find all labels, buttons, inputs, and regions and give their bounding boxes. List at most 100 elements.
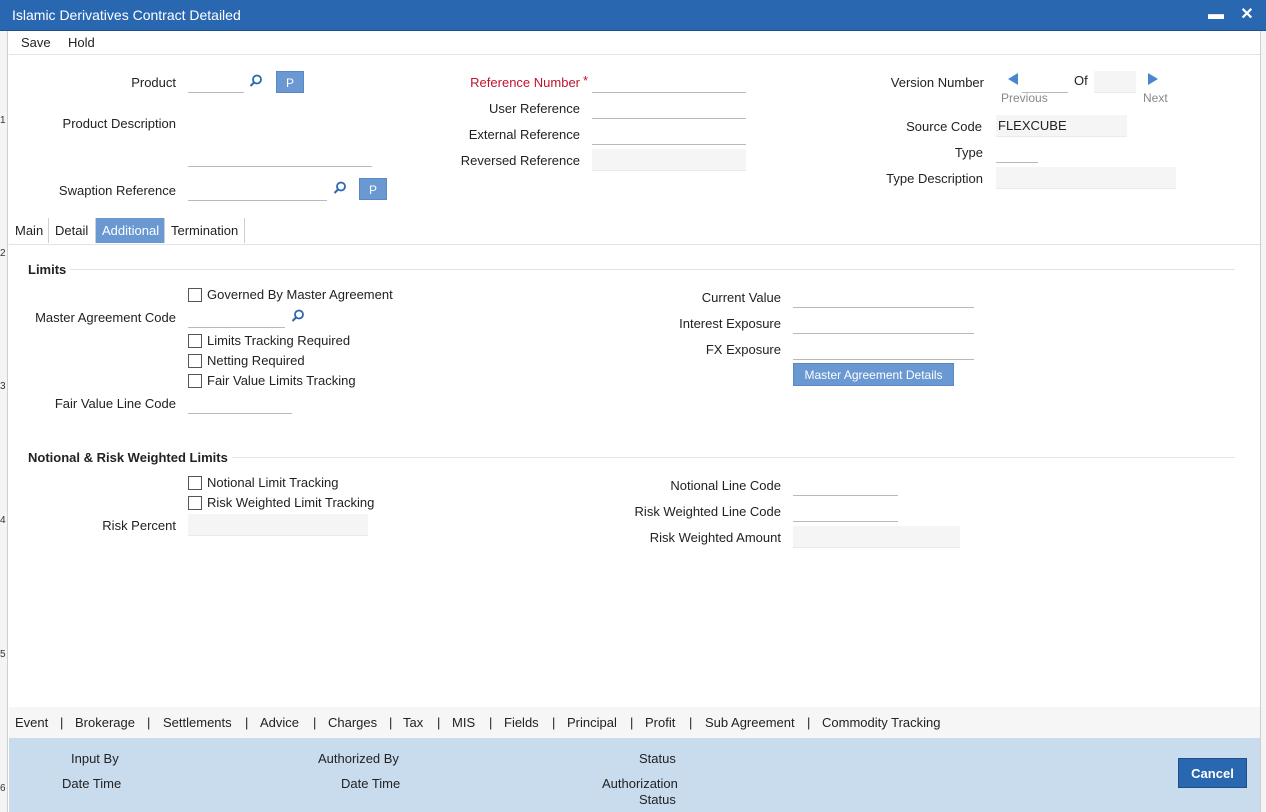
risk-percent-field xyxy=(188,514,368,536)
notional-limit-tracking-checkbox[interactable] xyxy=(188,476,202,490)
interest-exposure-label: Interest Exposure xyxy=(679,316,781,331)
fair-value-line-code-label: Fair Value Line Code xyxy=(54,396,176,411)
governed-by-master-agreement-checkbox[interactable] xyxy=(188,288,202,302)
search-icon[interactable] xyxy=(249,74,263,88)
next-arrow-icon[interactable] xyxy=(1146,72,1160,86)
product-label: Product xyxy=(131,75,176,90)
fair-value-limits-tracking-checkbox[interactable] xyxy=(188,374,202,388)
window-title: Islamic Derivatives Contract Detailed xyxy=(12,7,241,23)
ruler-number: 5 xyxy=(0,649,6,660)
separator: | xyxy=(689,715,693,730)
user-reference-field[interactable] xyxy=(592,97,746,119)
auth-date-time-label: Date Time xyxy=(341,776,401,791)
limits-tracking-required-label: Limits Tracking Required xyxy=(207,333,351,348)
risk-weighted-amount-label: Risk Weighted Amount xyxy=(649,530,781,545)
separator: | xyxy=(552,715,556,730)
required-mark: * xyxy=(583,73,589,88)
master-agreement-details-button[interactable]: Master Agreement Details xyxy=(793,363,954,386)
subsystem-bar: Event | Brokerage | Settlements | Advice… xyxy=(9,707,1260,738)
advice-link[interactable]: Advice xyxy=(260,715,299,730)
swaption-p-button[interactable]: P xyxy=(359,178,387,200)
sub-agreement-link[interactable]: Sub Agreement xyxy=(705,715,795,730)
separator: | xyxy=(60,715,64,730)
reversed-reference-label: Reversed Reference xyxy=(460,153,580,168)
fields-link[interactable]: Fields xyxy=(504,715,539,730)
charges-link[interactable]: Charges xyxy=(328,715,377,730)
master-agreement-code-field[interactable] xyxy=(188,306,285,328)
swaption-reference-label: Swaption Reference xyxy=(58,183,176,198)
settlements-link[interactable]: Settlements xyxy=(163,715,232,730)
principal-link[interactable]: Principal xyxy=(567,715,617,730)
input-by-label: Input By xyxy=(71,751,119,766)
tax-link[interactable]: Tax xyxy=(403,715,423,730)
cancel-button[interactable]: Cancel xyxy=(1178,758,1247,788)
tab-additional[interactable]: Additional xyxy=(96,218,165,243)
previous-label[interactable]: Previous xyxy=(1001,91,1048,105)
type-description-label: Type Description xyxy=(886,171,983,186)
minimize-icon[interactable]: ▬ xyxy=(1205,4,1227,26)
contract-window: Islamic Derivatives Contract Detailed ▬ … xyxy=(0,0,1266,812)
next-label[interactable]: Next xyxy=(1143,91,1168,105)
product-description-label: Product Description xyxy=(62,116,176,131)
status-label: Status xyxy=(639,751,676,766)
previous-arrow-icon[interactable] xyxy=(1006,72,1020,86)
risk-weighted-line-code-label: Risk Weighted Line Code xyxy=(634,504,781,519)
risk-weighted-line-code-field[interactable] xyxy=(793,500,898,522)
limits-divider xyxy=(70,269,1235,270)
search-icon[interactable] xyxy=(333,181,347,195)
tab-detail[interactable]: Detail xyxy=(49,218,96,243)
hold-button[interactable]: Hold xyxy=(68,35,95,50)
search-icon[interactable] xyxy=(291,309,305,323)
fair-value-limits-tracking-label: Fair Value Limits Tracking xyxy=(207,373,356,388)
type-field[interactable] xyxy=(996,141,1038,163)
product-description-field[interactable] xyxy=(188,145,372,167)
authorization-status-label: Status xyxy=(639,792,676,807)
reversed-reference-field xyxy=(592,149,746,171)
separator: | xyxy=(389,715,393,730)
profit-link[interactable]: Profit xyxy=(645,715,675,730)
separator: | xyxy=(245,715,249,730)
fair-value-line-code-field[interactable] xyxy=(188,392,292,414)
source-code-label: Source Code xyxy=(906,119,982,134)
left-ruler: 1 2 3 4 5 6 xyxy=(0,31,8,812)
product-p-button[interactable]: P xyxy=(276,71,304,93)
ruler-number: 3 xyxy=(0,381,6,392)
source-code-field: FLEXCUBE xyxy=(996,115,1127,137)
separator: | xyxy=(147,715,151,730)
authorized-by-label: Authorized By xyxy=(318,751,399,766)
notional-line-code-label: Notional Line Code xyxy=(670,478,781,493)
fx-exposure-field[interactable] xyxy=(793,338,974,360)
brokerage-link[interactable]: Brokerage xyxy=(75,715,135,730)
reference-number-field[interactable] xyxy=(592,71,746,93)
current-value-field[interactable] xyxy=(793,286,974,308)
tab-termination[interactable]: Termination xyxy=(165,218,245,243)
tab-main[interactable]: Main xyxy=(9,218,49,243)
risk-weighted-limit-tracking-label: Risk Weighted Limit Tracking xyxy=(207,495,375,510)
swaption-reference-field[interactable] xyxy=(188,179,327,201)
version-total-field xyxy=(1094,71,1136,93)
current-value-label: Current Value xyxy=(701,290,781,305)
save-button[interactable]: Save xyxy=(21,35,51,50)
netting-required-checkbox[interactable] xyxy=(188,354,202,368)
risk-weighted-limit-tracking-checkbox[interactable] xyxy=(188,496,202,510)
external-reference-field[interactable] xyxy=(592,123,746,145)
ruler-number: 4 xyxy=(0,515,6,526)
reference-number-label: Reference Number xyxy=(470,75,580,90)
title-bar: Islamic Derivatives Contract Detailed ▬ … xyxy=(0,0,1266,31)
notional-divider xyxy=(232,457,1235,458)
right-edge xyxy=(1260,31,1266,812)
type-description-field xyxy=(996,167,1176,189)
limits-tracking-required-checkbox[interactable] xyxy=(188,334,202,348)
user-reference-label: User Reference xyxy=(488,101,580,116)
master-agreement-code-label: Master Agreement Code xyxy=(35,310,176,325)
event-link[interactable]: Event xyxy=(15,715,48,730)
commodity-tracking-link[interactable]: Commodity Tracking xyxy=(822,715,940,730)
date-time-label: Date Time xyxy=(62,776,122,791)
interest-exposure-field[interactable] xyxy=(793,312,974,334)
mis-link[interactable]: MIS xyxy=(452,715,475,730)
product-field[interactable] xyxy=(188,71,244,93)
close-icon[interactable]: ✕ xyxy=(1236,4,1258,26)
notional-line-code-field[interactable] xyxy=(793,474,898,496)
version-number-field[interactable] xyxy=(1022,71,1068,93)
separator: | xyxy=(313,715,317,730)
